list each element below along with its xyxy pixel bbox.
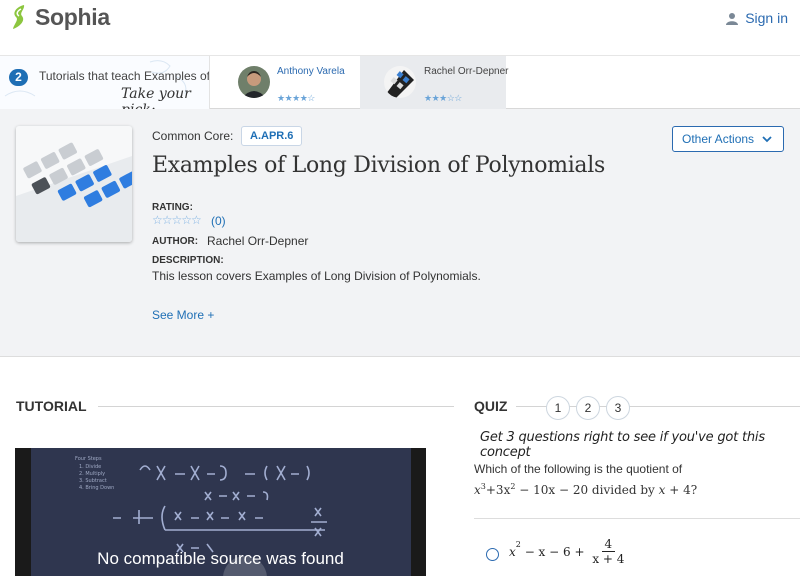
quiz-question-expression: x3+3x2 − 10x − 20 divided by x + 4?: [474, 482, 698, 497]
video-player[interactable]: Four Steps 1. Divide 2. Multiply 3. Subt…: [15, 448, 426, 576]
see-more-link[interactable]: See More +: [152, 308, 214, 322]
video-error-message: No compatible source was found: [97, 549, 344, 568]
tutor-rating-stars: ★★★★☆: [277, 93, 315, 103]
sign-in-link[interactable]: Sign in: [726, 10, 788, 26]
avatar: [238, 66, 270, 98]
lesson-header: Common Core: A.APR.6 Examples of Long Di…: [0, 109, 800, 357]
quiz-step-3: 3: [606, 396, 630, 420]
rating-count: (0): [211, 214, 226, 228]
tutor-name: Rachel Orr-Depner: [424, 66, 509, 77]
tutor-rating-stars: ★★★☆☆: [424, 93, 462, 103]
sophia-logo-icon: [13, 5, 25, 29]
author-label: AUTHOR:: [152, 236, 199, 247]
svg-text:3. Subtract: 3. Subtract: [79, 478, 107, 484]
top-bar: Sophia Sign in: [0, 0, 800, 56]
tutorial-picker-text: Tutorials that teach Examples of Long Di…: [39, 69, 210, 83]
answer-fraction: 4 x + 4: [592, 537, 625, 566]
description-text: This lesson covers Examples of Long Divi…: [152, 269, 481, 283]
other-actions-label: Other Actions: [682, 132, 755, 146]
tutorial-picker-header: 2 Tutorials that teach Examples of Long …: [0, 56, 210, 109]
avatar: [384, 66, 416, 98]
answer-radio[interactable]: [486, 548, 499, 561]
quiz-hint: Get 3 questions right to see if you've g…: [480, 430, 765, 460]
tutorial-picker-bar: 2 Tutorials that teach Examples of Long …: [0, 56, 800, 109]
chevron-down-icon: [762, 136, 772, 143]
tutor-option-rachel[interactable]: Rachel Orr-Depner ★★★☆☆: [360, 56, 509, 109]
description-label: DESCRIPTION:: [152, 255, 224, 266]
rating-label: RATING:: [152, 202, 193, 213]
take-your-pick-label: Take your pick:: [121, 86, 191, 109]
user-icon: [726, 12, 739, 25]
other-actions-button[interactable]: Other Actions: [672, 126, 784, 152]
quiz-question-text: Which of the following is the quotient o…: [474, 462, 683, 476]
lesson-thumbnail: [16, 126, 132, 242]
svg-text:2. Multiply: 2. Multiply: [79, 471, 105, 477]
tutorial-count-badge: 2: [9, 69, 28, 86]
common-core-label: Common Core:: [152, 129, 234, 143]
tutor-option-anthony[interactable]: Anthony Varela ★★★★☆: [222, 56, 360, 109]
common-core-badge[interactable]: A.APR.6: [241, 126, 303, 146]
author-name: Rachel Orr-Depner: [207, 234, 309, 248]
quiz-section-title: QUIZ: [474, 398, 508, 414]
sophia-logo[interactable]: Sophia: [10, 3, 110, 31]
svg-text:Four Steps: Four Steps: [75, 456, 102, 462]
quiz-step-2: 2: [576, 396, 600, 420]
answer-option[interactable]: x2 − x − 6 + 4 x + 4: [474, 518, 800, 576]
divider: [98, 406, 454, 407]
svg-text:4. Bring Down: 4. Bring Down: [79, 485, 114, 491]
brand-name: Sophia: [35, 3, 110, 30]
sign-in-label: Sign in: [745, 10, 788, 26]
page-title: Examples of Long Division of Polynomials: [152, 153, 605, 178]
rating-stars[interactable]: ☆☆☆☆☆: [152, 213, 202, 227]
tutor-name: Anthony Varela: [277, 66, 345, 77]
answer-expression: x2 − x − 6 + 4 x + 4: [509, 537, 625, 566]
quiz-step-1: 1: [546, 396, 570, 420]
tutorial-section-title: TUTORIAL: [16, 398, 87, 414]
svg-text:1. Divide: 1. Divide: [79, 464, 101, 470]
